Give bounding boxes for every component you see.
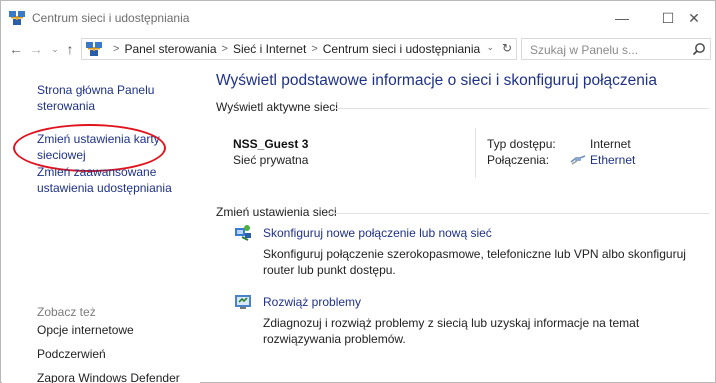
search-box[interactable]: Szukaj w Panelu s... [521, 38, 711, 60]
up-button[interactable]: ↑ [61, 40, 79, 58]
access-type-value: Internet [590, 137, 631, 151]
address-dropdown-button[interactable]: ⌄ [486, 42, 494, 53]
close-button[interactable]: ✕ [671, 1, 716, 35]
search-icon[interactable] [692, 42, 706, 56]
forward-button[interactable]: → [27, 40, 45, 58]
control-panel-home-link[interactable]: Strona główna Panelu sterowania [37, 82, 187, 114]
vertical-divider [475, 128, 476, 178]
left-pane: Strona główna Panelu sterowania Zmień us… [2, 63, 200, 383]
new-connection-icon [235, 225, 251, 241]
ethernet-icon [570, 155, 586, 165]
see-also-heading: Zobacz też [37, 305, 96, 319]
access-type-label: Typ dostępu: [487, 137, 556, 151]
change-settings-heading: Zmień ustawienia sieci [216, 205, 337, 219]
minimize-button[interactable]: — [599, 1, 645, 35]
breadcrumb-separator: > [221, 43, 228, 55]
network-type: Sieć prywatna [233, 153, 309, 167]
page-title: Wyświetl podstawowe informacje o sieci i… [216, 72, 657, 89]
connections-label: Połączenia: [487, 153, 550, 167]
breadcrumb-item[interactable]: Centrum sieci i udostępniania [323, 42, 480, 56]
section-divider [324, 213, 709, 214]
troubleshoot-problems-description: Zdiagnozuj i rozwiąż problemy z siecią l… [263, 316, 640, 346]
internet-options-link[interactable]: Opcje internetowe [37, 322, 134, 338]
navigation-bar: ← → ⌄ ↑ > Panel sterowania > Sieć i Inte… [1, 35, 715, 63]
back-button[interactable]: ← [7, 40, 25, 58]
infrared-link[interactable]: Podczerwień [37, 346, 106, 362]
section-divider [331, 108, 709, 109]
ethernet-connection-link[interactable]: Ethernet [590, 153, 635, 167]
windows-defender-firewall-link[interactable]: Zapora Windows Defender [37, 370, 180, 383]
setup-new-connection-link[interactable]: Skonfiguruj nowe połączenie lub nową sie… [263, 226, 492, 240]
window: Centrum sieci i udostępniania — ☐ ✕ ← → … [0, 0, 716, 383]
troubleshoot-icon [235, 295, 251, 309]
setup-new-connection-description: Skonfiguruj połączenie szerokopasmowe, t… [263, 247, 686, 277]
search-placeholder: Szukaj w Panelu s... [530, 43, 639, 57]
breadcrumb-separator: > [113, 43, 120, 55]
refresh-button[interactable]: ↻ [502, 41, 512, 55]
network-name: NSS_Guest 3 [233, 137, 309, 151]
network-center-icon [9, 11, 25, 25]
address-bar[interactable]: > Panel sterowania > Sieć i Internet > C… [81, 38, 517, 60]
troubleshoot-problems-link[interactable]: Rozwiąż problemy [263, 295, 361, 309]
advanced-sharing-settings-link[interactable]: Zmień zaawansowane ustawienia udostępnia… [37, 164, 187, 196]
active-networks-heading: Wyświetl aktywne sieci [216, 100, 338, 114]
breadcrumb-item[interactable]: Sieć i Internet [233, 42, 306, 56]
network-center-icon [86, 42, 102, 56]
window-title: Centrum sieci i udostępniania [32, 11, 190, 25]
breadcrumb-separator: > [311, 43, 318, 55]
breadcrumb-item[interactable]: Panel sterowania [124, 42, 216, 56]
title-bar: Centrum sieci i udostępniania — ☐ ✕ [1, 1, 715, 35]
